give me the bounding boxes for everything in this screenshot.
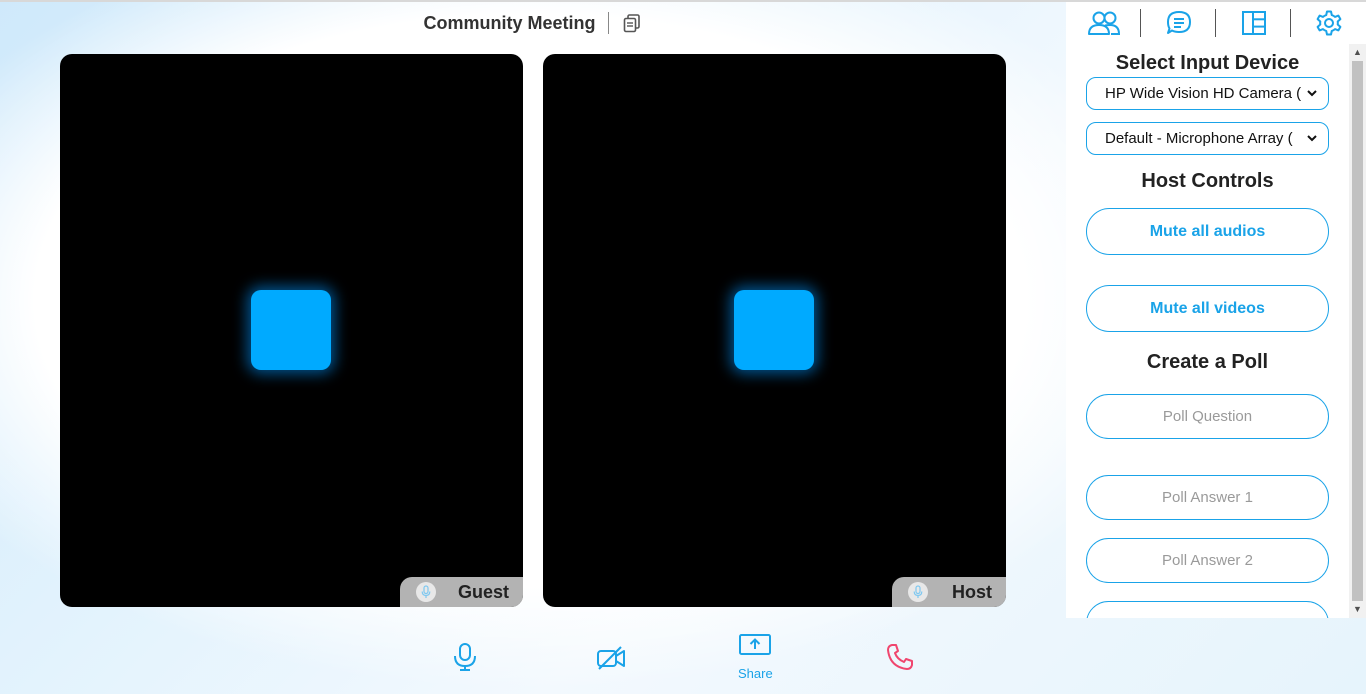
- microphone-icon: [454, 643, 476, 671]
- layout-icon: [1241, 11, 1266, 35]
- chat-icon: [1166, 11, 1191, 34]
- participant-name-tag: Guest: [400, 577, 523, 607]
- tab-layout[interactable]: [1216, 2, 1291, 44]
- chevron-down-icon: [1307, 90, 1317, 97]
- poll-answer-1-input[interactable]: Poll Answer 1: [1086, 475, 1329, 520]
- video-off-icon: [597, 646, 625, 670]
- camera-select-value: HP Wide Vision HD Camera (: [1105, 85, 1302, 102]
- participant-name-tag: Host: [892, 577, 1006, 607]
- share-button[interactable]: Share: [738, 632, 773, 681]
- phone-icon: [887, 644, 913, 670]
- sidebar-tabs: [1066, 2, 1366, 44]
- poll-answer-2-input[interactable]: Poll Answer 2: [1086, 538, 1329, 583]
- panel-scrollbar[interactable]: ▲ ▼: [1349, 44, 1366, 618]
- avatar: [734, 290, 814, 370]
- settings-panel: Select Input Device HP Wide Vision HD Ca…: [1066, 44, 1366, 618]
- end-call-button[interactable]: [885, 642, 915, 672]
- microphone-icon: [416, 582, 436, 602]
- microphone-icon: [908, 582, 928, 602]
- poll-answer-3-input[interactable]: [1086, 601, 1329, 618]
- tab-participants[interactable]: [1066, 2, 1141, 44]
- avatar: [251, 290, 331, 370]
- gear-icon: [1316, 10, 1341, 36]
- input-device-heading: Select Input Device: [1115, 52, 1300, 74]
- tab-settings[interactable]: [1291, 2, 1366, 44]
- scroll-down-icon[interactable]: ▼: [1353, 604, 1362, 614]
- mute-all-videos-button[interactable]: Mute all videos: [1086, 285, 1329, 332]
- video-tile-guest[interactable]: Guest: [60, 54, 523, 607]
- create-poll-heading: Create a Poll: [1146, 351, 1269, 373]
- call-controls: Share: [0, 620, 1066, 694]
- camera-select[interactable]: HP Wide Vision HD Camera (: [1086, 77, 1329, 110]
- participant-name: Host: [952, 581, 992, 602]
- poll-question-input[interactable]: Poll Question: [1086, 394, 1329, 439]
- microphone-button[interactable]: [451, 642, 479, 672]
- host-controls-heading: Host Controls: [1141, 170, 1274, 192]
- microphone-select[interactable]: Default - Microphone Array (: [1086, 122, 1329, 155]
- meeting-header: Community Meeting: [0, 2, 1066, 44]
- participant-name: Guest: [457, 581, 509, 602]
- camera-toggle-button[interactable]: [595, 644, 627, 672]
- mute-all-audios-button[interactable]: Mute all audios: [1086, 208, 1329, 255]
- scrollbar-thumb[interactable]: [1352, 61, 1363, 601]
- tab-chat[interactable]: [1141, 2, 1216, 44]
- meeting-title: Community Meeting: [423, 12, 596, 33]
- chevron-down-icon: [1307, 135, 1317, 142]
- video-tile-host[interactable]: Host: [543, 54, 1006, 607]
- participants-icon: [1087, 11, 1120, 35]
- copy-icon[interactable]: [621, 12, 643, 34]
- screen-share-icon: [739, 634, 772, 655]
- microphone-select-value: Default - Microphone Array (: [1105, 130, 1293, 147]
- share-label: Share: [738, 666, 773, 681]
- scroll-up-icon[interactable]: ▲: [1353, 47, 1362, 57]
- header-divider: [607, 12, 609, 34]
